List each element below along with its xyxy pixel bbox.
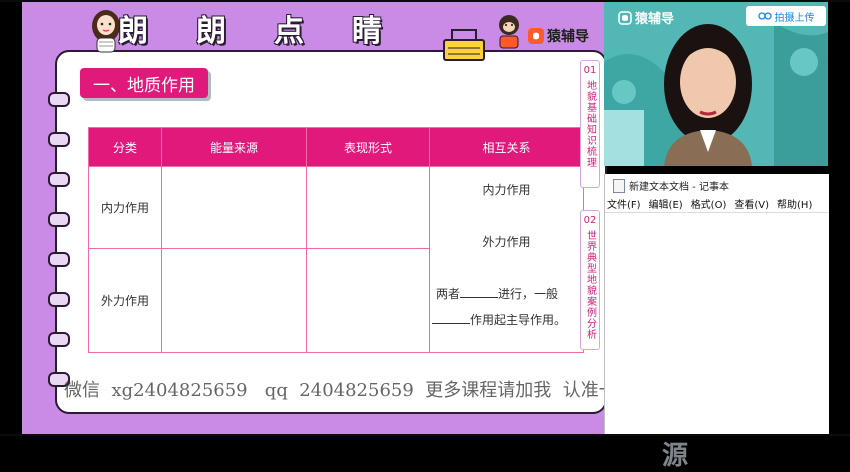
notepad-window: 新建文本文档 - 记事本 文件(F) 编辑(E) 格式(O) 查看(V) 帮助(… (604, 174, 829, 434)
column-header: 能量来源 (161, 127, 307, 167)
camera-icon (757, 12, 772, 20)
binder-clip-icon (443, 29, 485, 61)
upload-photo-label: 拍摄上传 (774, 12, 815, 24)
banner-char: 朗 (118, 14, 148, 49)
menu-edit[interactable]: 编辑(E) (649, 196, 683, 212)
camera-logo: 猿辅导 (618, 8, 674, 27)
binder-ring (48, 132, 70, 147)
row-category: 内力作用 (88, 166, 162, 249)
column-header: 分类 (88, 127, 162, 167)
menu-help[interactable]: 帮助(H) (777, 196, 812, 212)
fill-blank (460, 287, 499, 298)
column-header: 相互关系 (429, 127, 584, 167)
relation-line: 外力作用 (482, 235, 531, 249)
relation-line: 两者 进行，一般 (436, 285, 583, 302)
binder-ring (48, 292, 70, 307)
tab-label: 世界典型地貌案例分析 (584, 230, 596, 340)
brand-logo: 猿辅导 (528, 26, 589, 46)
notepad-icon (613, 178, 625, 193)
banner-char: 朗 (196, 14, 226, 49)
binder-ring (48, 252, 70, 267)
brand-badge-icon (528, 28, 544, 44)
notepad-title: 新建文本文档 - 记事本 (629, 182, 729, 193)
binder-ring (48, 92, 70, 107)
energy-cell (161, 248, 307, 353)
lesson-slide: 朗 朗 点 睛 猿辅导 一、地质作用 分类 能量来源 表现形式 相互关系 内力作… (22, 2, 703, 471)
relation-text: 进行，一般 (498, 287, 559, 301)
teacher-video: 猿辅导 拍摄上传 (604, 2, 828, 166)
chapter-tab-2[interactable]: 02 世界典型地貌案例分析 (580, 210, 600, 350)
row-category: 外力作用 (88, 248, 162, 353)
geologic-action-table: 分类 能量来源 表现形式 相互关系 内力作用 内力作用 外力作用 两者 进行，一般… (88, 127, 584, 353)
binder-ring (48, 212, 70, 227)
form-cell (306, 166, 430, 249)
brand-name: 猿辅导 (547, 29, 589, 45)
tab-number: 02 (583, 215, 597, 226)
monkey-mascot-icon (499, 15, 519, 49)
banner-title: 朗 朗 点 睛 (118, 8, 478, 49)
binder-ring (48, 172, 70, 187)
notepad-titlebar: 新建文本文档 - 记事本 (613, 178, 729, 193)
notepad-menubar: 文件(F) 编辑(E) 格式(O) 查看(V) 帮助(H) (605, 196, 831, 212)
table-row: 内力作用 内力作用 外力作用 两者 进行，一般 作用起主导作用。 (88, 166, 584, 353)
menu-view[interactable]: 查看(V) (734, 196, 769, 212)
fill-blank (432, 313, 470, 324)
form-cell (306, 248, 430, 353)
camera-logo-text: 猿辅导 (635, 12, 675, 27)
energy-cell (161, 166, 307, 249)
banner-char: 睛 (352, 14, 382, 49)
relation-text: 两者 (436, 287, 461, 301)
relation-line: 内力作用 (482, 183, 531, 197)
tab-number: 01 (583, 65, 597, 76)
menu-format[interactable]: 格式(O) (691, 196, 727, 212)
table-header-row: 分类 能量来源 表现形式 相互关系 (88, 127, 584, 167)
tab-label: 地貌基础知识梳理 (584, 80, 596, 168)
binder-ring (48, 332, 70, 347)
notepad-text-area[interactable] (605, 212, 829, 435)
camera-logo-icon (618, 10, 632, 25)
section-title: 一、地质作用 (80, 68, 208, 98)
menu-file[interactable]: 文件(F) (607, 196, 641, 212)
chapter-tab-1[interactable]: 01 地貌基础知识梳理 (580, 60, 600, 188)
relation-cell: 内力作用 外力作用 两者 进行，一般 作用起主导作用。 (429, 166, 584, 353)
banner-char: 点 (274, 14, 304, 49)
relation-text: 作用起主导作用。 (470, 313, 567, 327)
relation-line: 作用起主导作用。 (432, 311, 583, 328)
column-header: 表现形式 (306, 127, 430, 167)
upload-photo-button[interactable]: 拍摄上传 (746, 6, 826, 26)
watermark-text: 微信 xg2404825659 qq 2404825659 更多课程请加我 认准… (64, 380, 635, 401)
